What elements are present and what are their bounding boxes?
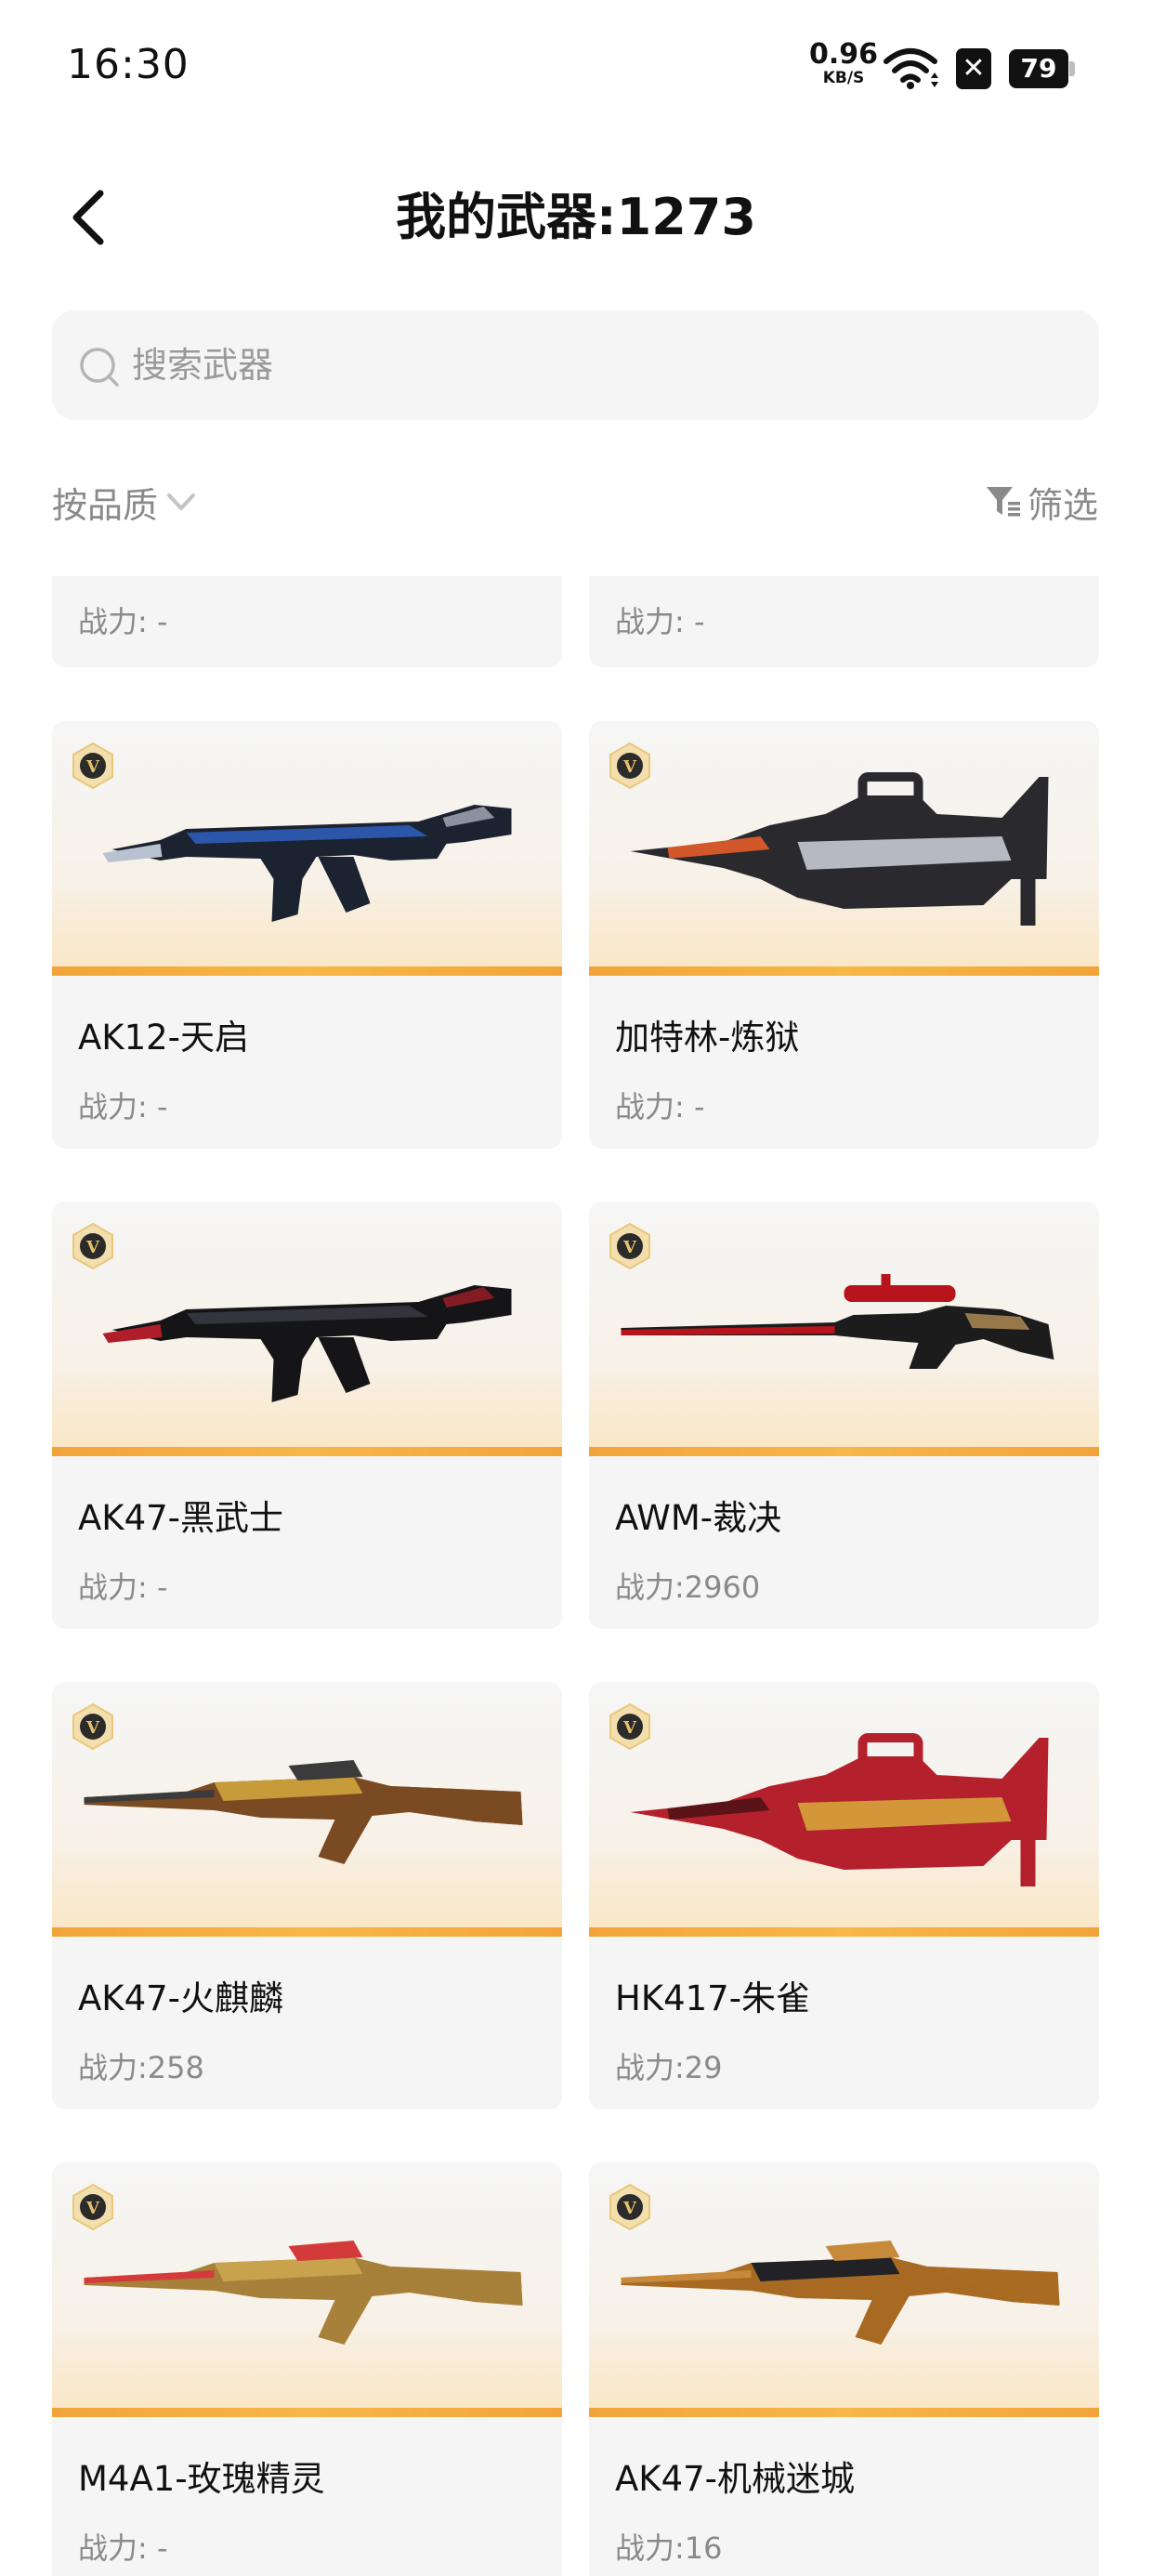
weapon-image-area: V — [52, 2162, 562, 2415]
search-icon — [80, 348, 119, 387]
svg-text:V: V — [85, 1238, 100, 1257]
weapon-power: 战力:258 — [78, 2050, 204, 2085]
weapon-name: HK417-朱雀 — [615, 1978, 811, 2018]
weapon-card[interactable]: V 加特林-炼狱战力: - — [589, 721, 1099, 1149]
weapon-name: AK47-火麒麟 — [78, 1978, 284, 2018]
network-speed: 0.96 KB/S — [806, 41, 881, 86]
weapon-image — [621, 1274, 1054, 1369]
quality-bar — [589, 966, 1099, 976]
v-badge-icon: V — [72, 742, 113, 790]
battery-icon: 79 — [1009, 49, 1076, 88]
weapon-image — [84, 1760, 523, 1864]
weapon-image-area: V — [52, 721, 562, 974]
svg-text:V: V — [622, 2199, 637, 2218]
search-box[interactable] — [52, 310, 1099, 420]
weapon-name: M4A1-玫瑰精灵 — [78, 2459, 325, 2499]
weapon-power: 战力: - — [78, 1570, 168, 1605]
weapon-image-area: V — [52, 1682, 562, 1935]
v-badge-icon: V — [609, 742, 650, 790]
v-badge-icon: V — [609, 2183, 650, 2231]
filter-icon — [986, 487, 1020, 517]
filter-button[interactable]: 筛选 — [985, 472, 1098, 532]
weapon-name: 加特林-炼狱 — [615, 1018, 800, 1058]
svg-text:V: V — [85, 757, 100, 777]
weapon-image — [102, 1285, 512, 1402]
page-title: 我的武器:1273 — [396, 188, 756, 246]
weapon-grid: 战力: - 战力: - V AK12-天启 战力: - V 加特林-炼狱 战力: - — [0, 576, 1152, 2576]
weapon-power: 战力: - — [78, 1089, 168, 1124]
sort-by-quality-dropdown[interactable]: 按品质 — [52, 472, 199, 532]
back-button[interactable] — [63, 182, 115, 253]
v-badge-icon: V — [72, 1222, 113, 1270]
weapon-power: 战力: - — [615, 604, 705, 639]
quality-bar — [52, 1927, 562, 1937]
svg-text:V: V — [85, 1718, 100, 1738]
network-speed-unit: KB/S — [822, 69, 865, 87]
chevron-down-icon — [167, 493, 196, 510]
v-badge-icon: V — [72, 1702, 113, 1751]
weapon-name: AK47-黑武士 — [78, 1498, 284, 1538]
weapon-power: 战力:29 — [615, 2050, 723, 2085]
filter-label: 筛选 — [1027, 484, 1098, 526]
notification-x-icon: ✕ — [956, 48, 991, 89]
quality-bar — [589, 1447, 1099, 1456]
wifi-icon — [884, 48, 938, 89]
weapon-image — [630, 1733, 1049, 1886]
weapon-card[interactable]: V HK417-朱雀战力:29 — [589, 1682, 1099, 2109]
search-input[interactable] — [132, 331, 1061, 400]
weapon-card[interactable]: 战力: - — [52, 576, 562, 667]
weapon-card[interactable]: V AK47-火麒麟战力:258 — [52, 1682, 562, 2109]
v-badge-icon: V — [609, 1702, 650, 1751]
weapon-image-area: V — [589, 1682, 1099, 1935]
weapon-power: 战力: - — [78, 2530, 168, 2566]
quality-bar — [52, 2408, 562, 2417]
weapon-name: AWM-裁决 — [615, 1498, 782, 1538]
network-speed-value: 0.96 — [808, 38, 879, 71]
v-badge-icon: V — [609, 1222, 650, 1270]
status-time: 16:30 — [67, 41, 190, 88]
sort-label: 按品质 — [52, 484, 159, 526]
weapon-card[interactable]: 战力: - — [589, 576, 1099, 667]
quality-bar — [589, 1927, 1099, 1937]
weapon-card[interactable]: V AK47-黑武士战力: - — [52, 1202, 562, 1629]
weapon-power: 战力: - — [615, 1089, 705, 1124]
status-bar: 16:30 0.96 KB/S ✕ 79 — [0, 0, 1152, 130]
svg-text:V: V — [85, 2199, 100, 2218]
weapon-name: AK12-天启 — [78, 1018, 250, 1058]
weapon-card[interactable]: V M4A1-玫瑰精灵战力: - — [52, 2162, 562, 2576]
weapon-card[interactable]: V AWM-裁决战力:2960 — [589, 1202, 1099, 1629]
weapon-power: 战力:2960 — [615, 1570, 761, 1605]
weapon-image-area: V — [589, 1202, 1099, 1454]
quality-bar — [589, 2408, 1099, 2417]
weapon-card[interactable]: V AK12-天启战力: - — [52, 721, 562, 1149]
weapon-image-area: V — [52, 1202, 562, 1454]
weapon-name: AK47-机械迷城 — [615, 2459, 856, 2499]
weapon-power: 战力: - — [78, 604, 168, 639]
svg-text:V: V — [622, 757, 637, 777]
v-badge-icon: V — [72, 2183, 113, 2231]
weapon-card[interactable]: V AK47-机械迷城战力:16 — [589, 2162, 1099, 2576]
weapon-power: 战力:16 — [615, 2530, 723, 2566]
weapon-image-area: V — [589, 721, 1099, 974]
weapon-image — [621, 2241, 1060, 2345]
app-screen: 16:30 0.96 KB/S ✕ 79 我的武器:1273 搜索武器 按品质 … — [0, 0, 1152, 2576]
quality-bar — [52, 966, 562, 976]
weapon-image — [84, 2241, 523, 2345]
quality-bar — [52, 1447, 562, 1456]
weapon-image-area: V — [589, 2162, 1099, 2415]
svg-text:V: V — [622, 1718, 637, 1738]
battery-level: 79 — [1009, 49, 1068, 88]
weapon-image — [630, 772, 1049, 926]
svg-text:V: V — [622, 1238, 637, 1257]
weapon-image — [102, 805, 512, 922]
